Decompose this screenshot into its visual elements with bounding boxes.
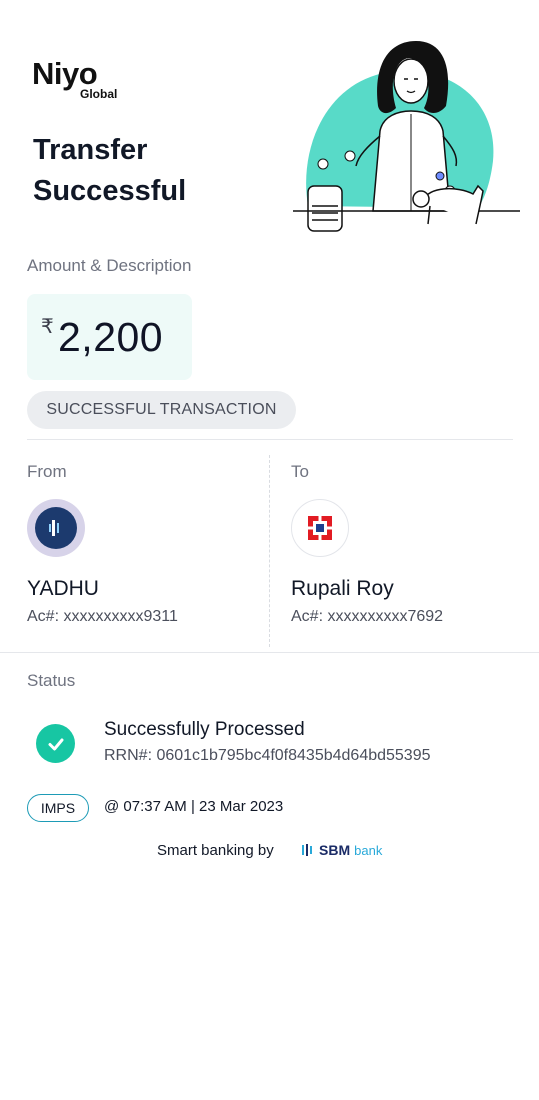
divider bbox=[0, 652, 539, 653]
brand-logo: Niyo bbox=[32, 56, 98, 91]
sbm-bank-logo: SBM bank bbox=[300, 842, 382, 858]
transfer-mode-badge: IMPS bbox=[27, 794, 89, 822]
sbm-name: SBM bbox=[319, 842, 351, 858]
column-divider bbox=[269, 455, 270, 647]
status-title: Successfully Processed bbox=[104, 719, 305, 740]
sender-avatar bbox=[27, 499, 85, 557]
sbm-bank-text: bank bbox=[354, 842, 383, 858]
footer-text: Smart banking by bbox=[157, 842, 274, 859]
status-section-label: Status bbox=[27, 671, 76, 690]
brand-logo-sub: Global bbox=[80, 87, 118, 101]
rrn-number: RRN#: 0601c1b795bc4f0f8435b4d64bd55395 bbox=[104, 747, 431, 764]
divider bbox=[27, 439, 513, 440]
transfer-amount: 2,200 bbox=[58, 314, 164, 360]
recipient-name: Rupali Roy bbox=[291, 577, 394, 600]
check-circle-icon bbox=[36, 724, 75, 763]
status-badge: SUCCESSFUL TRANSACTION bbox=[27, 391, 296, 429]
amount-section-label: Amount & Description bbox=[27, 256, 192, 275]
hdfc-bank-logo-icon bbox=[307, 515, 333, 541]
sbm-logo-icon bbox=[302, 844, 312, 856]
sender-name: YADHU bbox=[27, 577, 99, 600]
to-label: To bbox=[291, 462, 309, 481]
page-title: Transfer Successful bbox=[33, 134, 187, 207]
success-illustration bbox=[293, 41, 520, 232]
bank-logo-icon bbox=[35, 507, 77, 549]
from-label: From bbox=[27, 462, 67, 481]
recipient-avatar bbox=[291, 499, 349, 557]
transaction-time: @ 07:37 AM | 23 Mar 2023 bbox=[104, 798, 284, 815]
sender-account: Ac#: xxxxxxxxxx9311 bbox=[27, 608, 178, 625]
currency-symbol: ₹ bbox=[41, 316, 54, 338]
recipient-account: Ac#: xxxxxxxxxx7692 bbox=[291, 608, 444, 625]
